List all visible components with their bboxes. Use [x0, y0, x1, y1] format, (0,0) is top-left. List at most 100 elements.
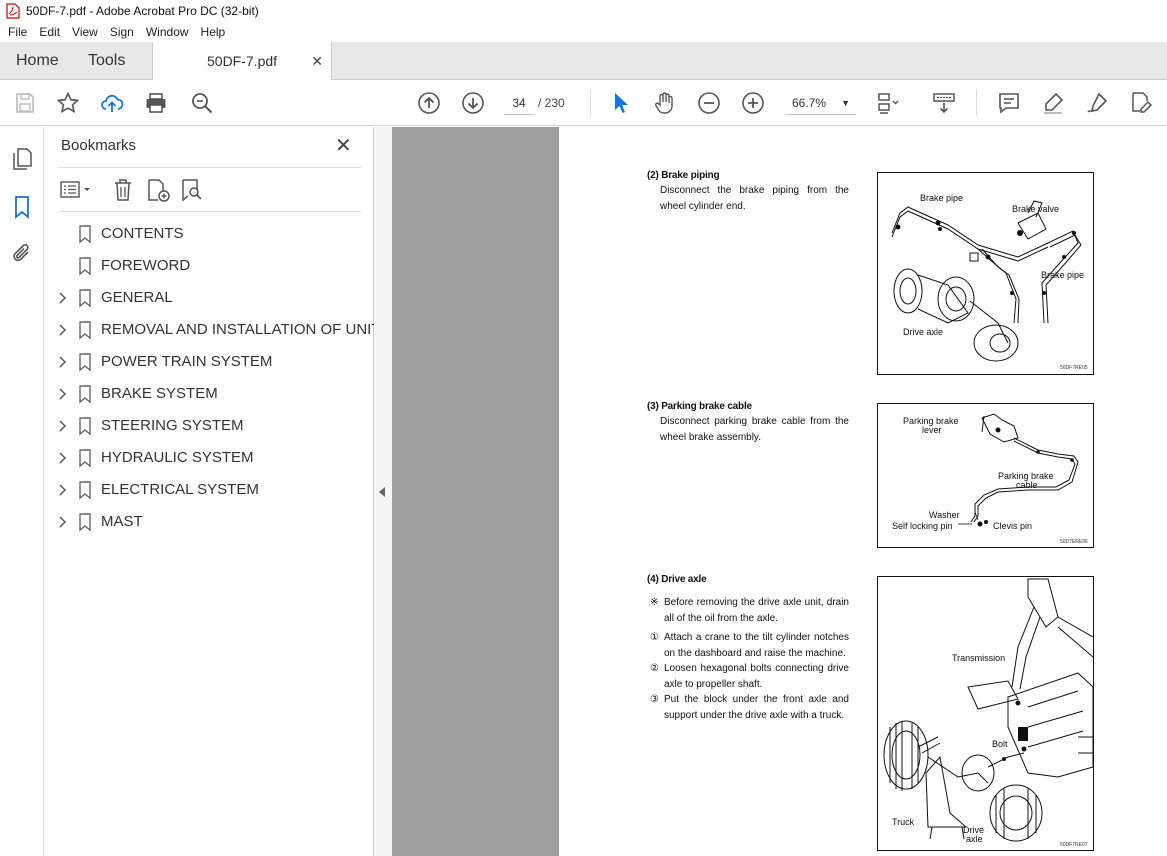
document-background: [392, 127, 559, 856]
procedure-step: ※ Before removing the drive axle unit, d…: [650, 595, 849, 627]
tab-tools[interactable]: Tools: [88, 42, 125, 80]
comment-icon[interactable]: [997, 91, 1021, 115]
bookmark-label: HYDRAULIC SYSTEM: [101, 449, 254, 466]
figure-label: Brake pipe: [920, 193, 964, 203]
navigation-rail: [0, 127, 44, 856]
print-icon[interactable]: [144, 91, 168, 115]
bookmark-label: MAST: [101, 513, 143, 530]
bookmarks-title: Bookmarks: [61, 137, 137, 154]
bookmark-item[interactable]: CONTENTS: [45, 218, 374, 250]
bookmark-item[interactable]: GENERAL: [45, 282, 374, 314]
panel-collapse-handle[interactable]: [374, 127, 392, 856]
drive-axle-drawing: [883, 578, 1094, 842]
tab-home[interactable]: Home: [16, 42, 59, 80]
tab-document-label: 50DF-7.pdf: [207, 53, 278, 69]
window-title: 50DF-7.pdf - Adobe Acrobat Pro DC (32-bi…: [26, 4, 259, 18]
figure-label: Transmission: [952, 653, 1006, 663]
bookmark-label: CONTENTS: [101, 225, 184, 242]
bookmark-item[interactable]: FOREWORD: [45, 250, 374, 282]
bookmark-label: STEERING SYSTEM: [101, 417, 244, 434]
bookmarks-icon[interactable]: [10, 195, 34, 219]
step-marker: ※: [650, 597, 659, 608]
delete-bookmark-icon[interactable]: [111, 177, 135, 203]
drive-axle-figure: Transmission Bolt Truck Drive axle 50DF7…: [877, 576, 1094, 851]
bookmark-item[interactable]: ELECTRICAL SYSTEM: [45, 474, 374, 506]
menu-file[interactable]: File: [0, 22, 33, 42]
divider: [59, 211, 361, 212]
bookmark-label: POWER TRAIN SYSTEM: [101, 353, 273, 370]
zoom-out-icon[interactable]: [697, 91, 721, 115]
tab-bar: Home Tools 50DF-7.pdf ✕: [0, 42, 1167, 81]
section-text: Disconnect the brake piping from the whe…: [660, 185, 849, 212]
chevron-right-icon[interactable]: [57, 386, 69, 402]
zoom-search-icon[interactable]: [190, 91, 214, 115]
zoom-level-select[interactable]: 66.7% ▼: [786, 91, 856, 115]
section-heading: (4) Drive axle: [647, 574, 707, 585]
toolbar-divider: [976, 90, 977, 116]
new-bookmark-icon[interactable]: [145, 177, 170, 203]
acrobat-pdf-icon: [6, 3, 20, 19]
bookmark-icon: [78, 352, 92, 372]
pdf-page: (2) Brake piping Disconnect the brake pi…: [559, 127, 1167, 856]
highlight-pen-icon[interactable]: [1041, 91, 1065, 115]
chevron-down-icon: ▼: [841, 98, 850, 108]
select-cursor-icon[interactable]: [609, 91, 633, 115]
chevron-right-icon[interactable]: [57, 482, 69, 498]
previous-page-icon[interactable]: [417, 91, 441, 115]
chevron-right-icon[interactable]: [57, 290, 69, 306]
procedure-step: ② Loosen hexagonal bolts connecting driv…: [650, 661, 849, 693]
procedure-step: ① Attach a crane to the tilt cylinder no…: [650, 630, 849, 662]
close-panel-icon[interactable]: ✕: [335, 133, 352, 158]
zoom-in-icon[interactable]: [741, 91, 765, 115]
title-bar: 50DF-7.pdf - Adobe Acrobat Pro DC (32-bi…: [0, 0, 1167, 22]
options-menu-icon[interactable]: [59, 177, 93, 203]
chevron-right-icon[interactable]: [57, 514, 69, 530]
menu-view[interactable]: View: [66, 22, 104, 42]
menu-window[interactable]: Window: [140, 22, 195, 42]
zoom-level-value: 66.7%: [792, 96, 827, 110]
chevron-right-icon[interactable]: [57, 354, 69, 370]
bookmark-item[interactable]: MAST: [45, 506, 374, 538]
upload-cloud-icon[interactable]: [100, 91, 124, 115]
bookmark-item[interactable]: HYDRAULIC SYSTEM: [45, 442, 374, 474]
bookmark-item[interactable]: REMOVAL AND INSTALLATION OF UNIT: [45, 314, 381, 346]
chevron-right-icon[interactable]: [57, 418, 69, 434]
step-text: Loosen hexagonal bolts connecting drive …: [664, 663, 849, 690]
hand-tool-icon[interactable]: [653, 91, 677, 115]
chevron-right-icon[interactable]: [57, 322, 69, 338]
edit-pdf-icon[interactable]: [1129, 91, 1153, 115]
menu-help[interactable]: Help: [195, 22, 232, 42]
bookmark-item[interactable]: STEERING SYSTEM: [45, 410, 374, 442]
scroll-mode-icon[interactable]: [932, 91, 956, 115]
tab-document[interactable]: 50DF-7.pdf ✕: [152, 42, 332, 81]
close-tab-icon[interactable]: ✕: [311, 42, 323, 80]
page-fit-icon[interactable]: [876, 91, 900, 115]
collapse-arrow-icon: [379, 487, 385, 497]
chevron-right-icon[interactable]: [57, 450, 69, 466]
step-text: Before removing the drive axle unit, dra…: [664, 597, 849, 624]
attachments-icon[interactable]: [10, 241, 34, 265]
figure-label: lever: [922, 425, 942, 435]
bookmark-icon: [78, 224, 92, 244]
next-page-icon[interactable]: [461, 91, 485, 115]
bookmark-icon: [78, 448, 92, 468]
find-bookmark-icon[interactable]: [179, 177, 203, 203]
sign-pen-icon[interactable]: [1085, 91, 1109, 115]
page-thumbnails-icon[interactable]: [10, 147, 34, 171]
page-number-input[interactable]: 34: [504, 91, 534, 115]
figure-label: cable: [1016, 480, 1038, 490]
star-icon[interactable]: [56, 91, 80, 115]
figure-label: Brake valve: [1012, 204, 1060, 214]
step-marker: ③: [650, 694, 659, 705]
save-icon[interactable]: [13, 91, 37, 115]
menu-edit[interactable]: Edit: [33, 22, 66, 42]
bookmark-item[interactable]: POWER TRAIN SYSTEM: [45, 346, 374, 378]
bookmarks-panel: Bookmarks ✕ CONTENTS FOREWORD GENERAL RE…: [45, 127, 381, 856]
section-heading: (3) Parking brake cable: [647, 401, 752, 412]
bookmark-item[interactable]: BRAKE SYSTEM: [45, 378, 374, 410]
toolbar-divider: [590, 90, 591, 116]
figure-label: Truck: [892, 817, 915, 827]
menu-bar: File Edit View Sign Window Help: [0, 22, 1167, 42]
menu-sign[interactable]: Sign: [104, 22, 140, 42]
figure-label: Self locking pin: [892, 521, 953, 531]
